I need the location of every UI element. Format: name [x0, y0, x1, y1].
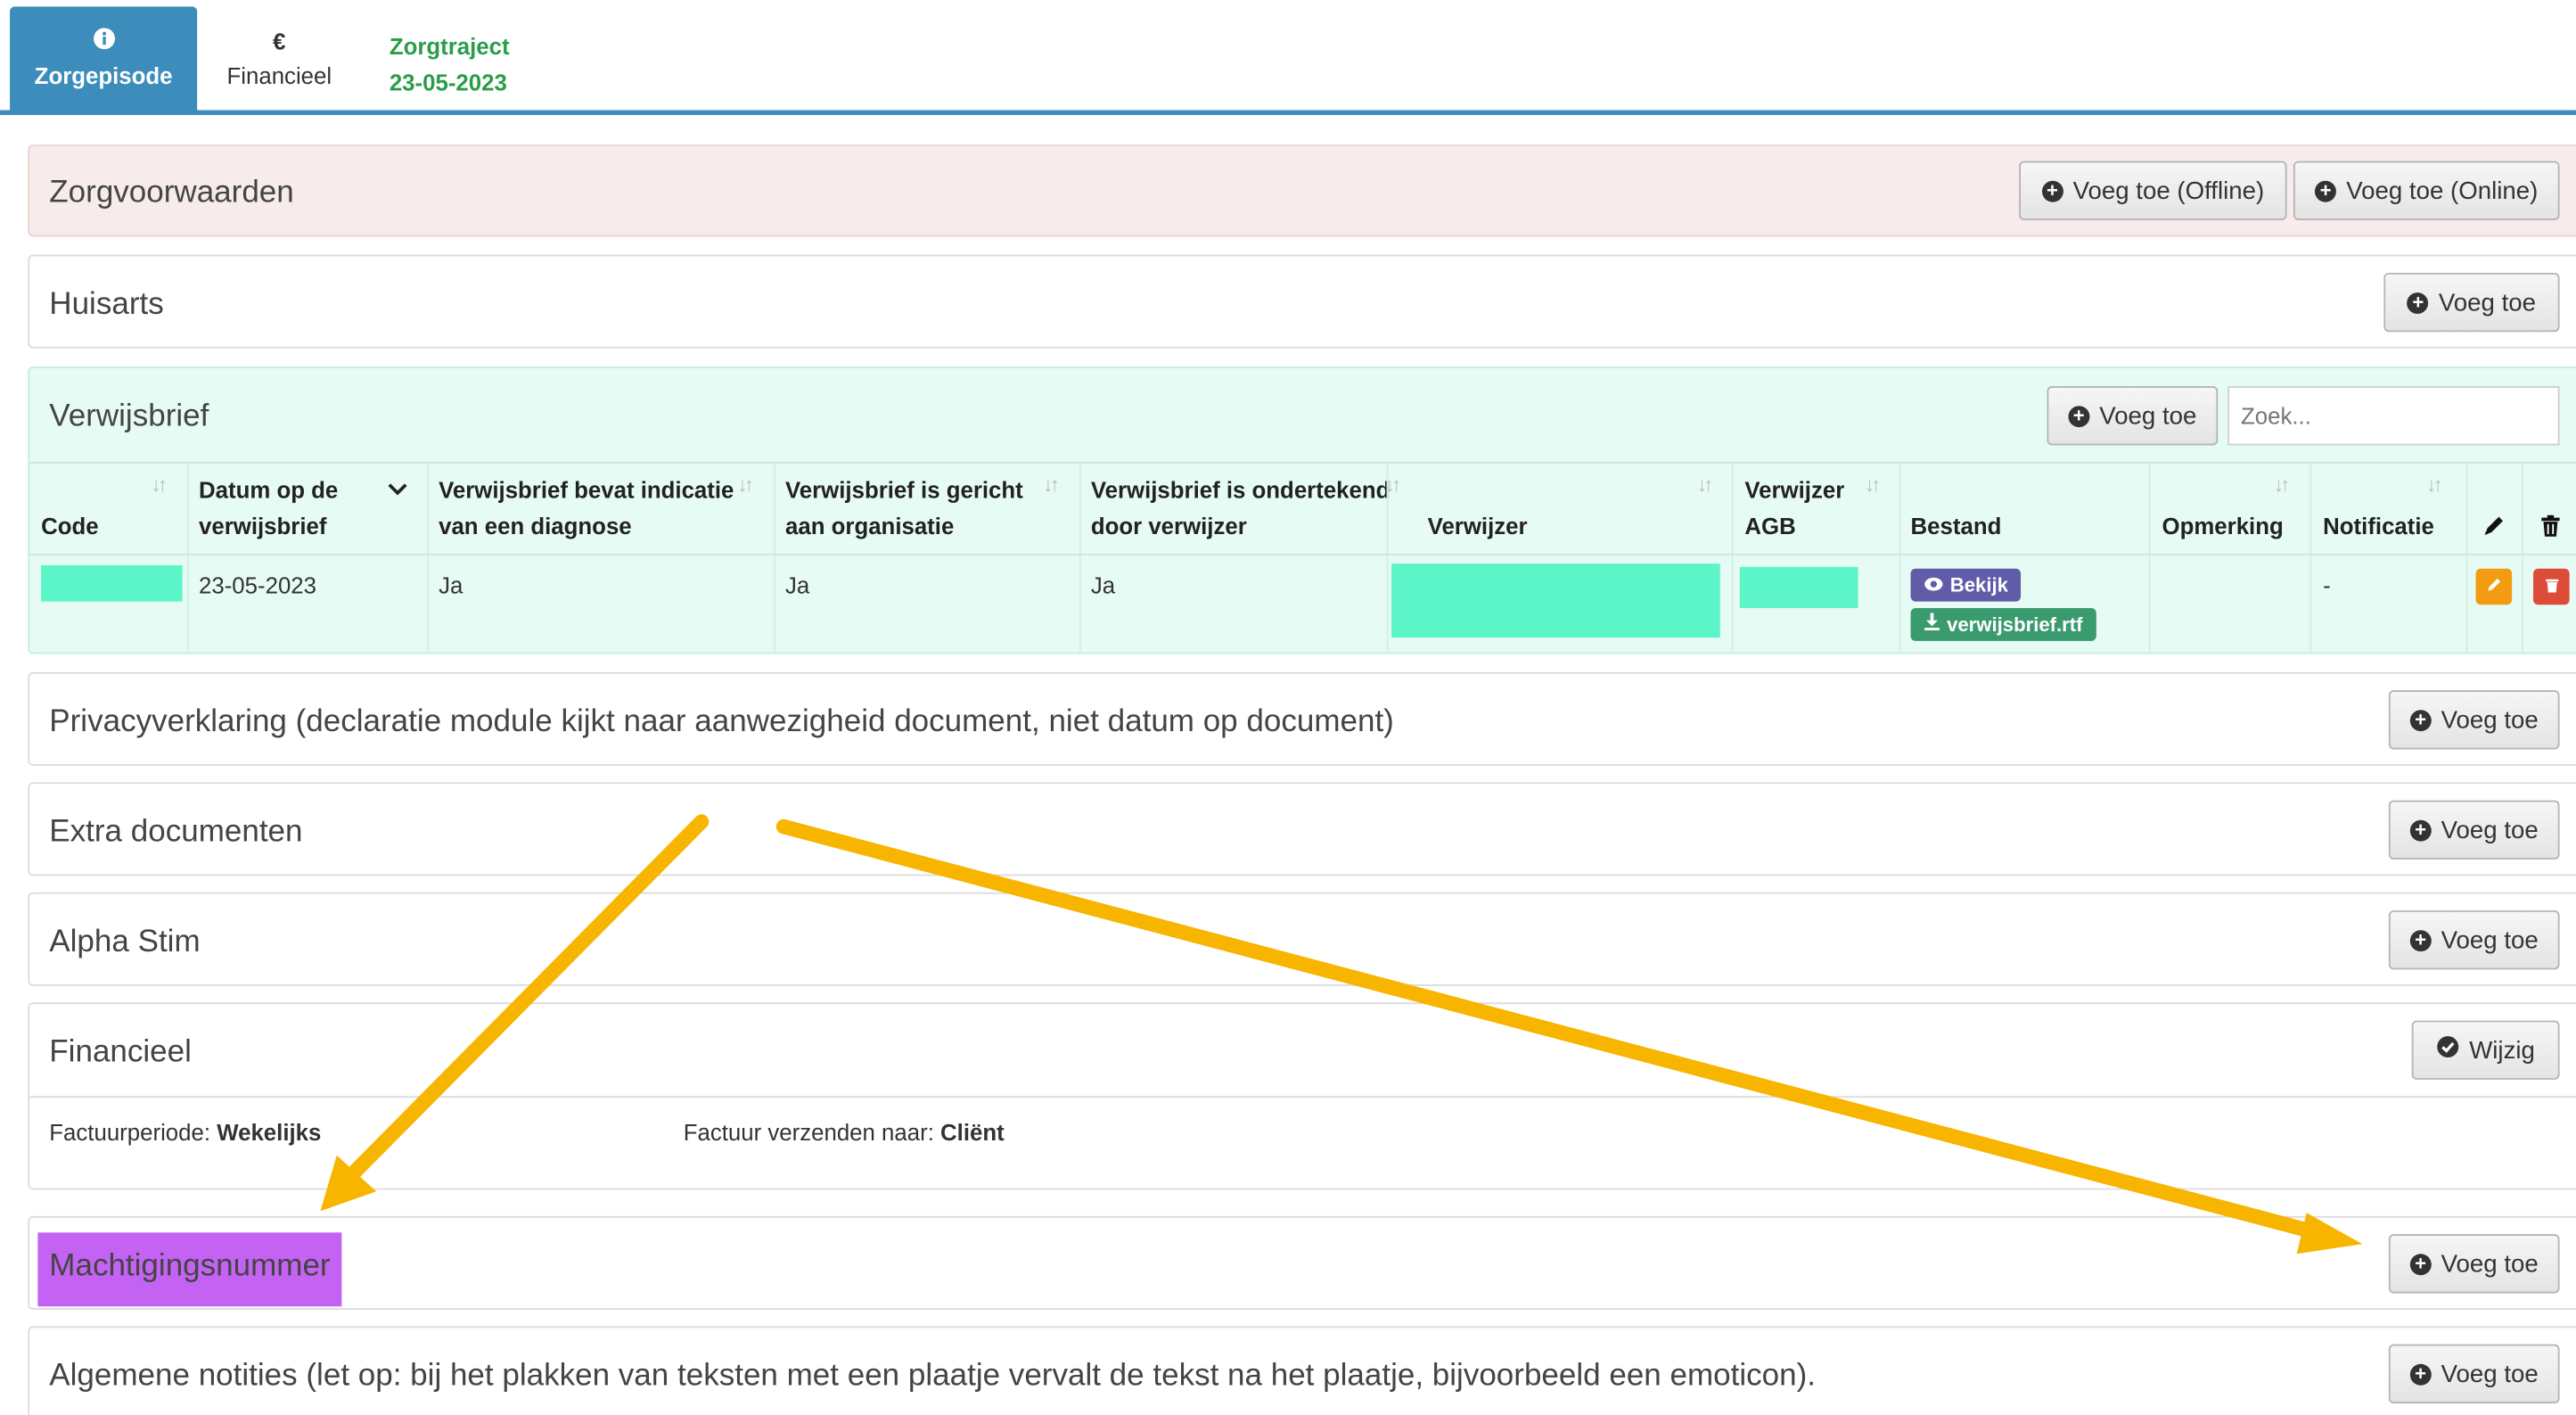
arrow-to-add-button	[775, 819, 2363, 1255]
arrow-to-machtiging	[320, 814, 710, 1212]
page-stage: Zorgepisode € Financieel Zorgtraject 23-…	[0, 0, 2576, 1415]
annotation-arrows	[320, 814, 2363, 1255]
